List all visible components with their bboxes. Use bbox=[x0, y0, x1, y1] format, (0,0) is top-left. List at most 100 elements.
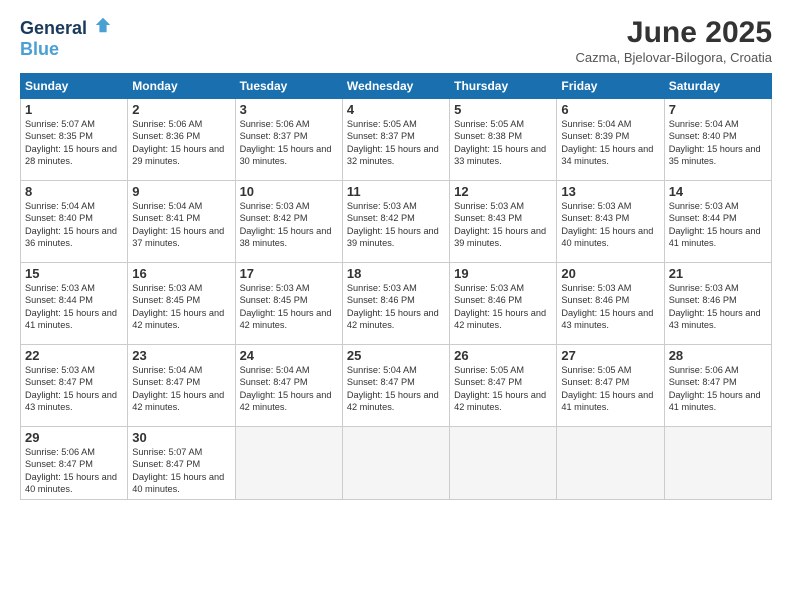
day-info: Sunrise: 5:03 AM Sunset: 8:46 PM Dayligh… bbox=[669, 282, 767, 332]
col-tuesday: Tuesday bbox=[235, 74, 342, 99]
logo-text: General bbox=[20, 16, 112, 39]
day-info: Sunrise: 5:04 AM Sunset: 8:41 PM Dayligh… bbox=[132, 200, 230, 250]
month-title: June 2025 bbox=[575, 16, 772, 50]
calendar-day-22: 22 Sunrise: 5:03 AM Sunset: 8:47 PM Dayl… bbox=[21, 345, 128, 427]
day-number: 12 bbox=[454, 184, 552, 199]
calendar-day-16: 16 Sunrise: 5:03 AM Sunset: 8:45 PM Dayl… bbox=[128, 263, 235, 345]
calendar-day-17: 17 Sunrise: 5:03 AM Sunset: 8:45 PM Dayl… bbox=[235, 263, 342, 345]
day-number: 7 bbox=[669, 102, 767, 117]
day-info: Sunrise: 5:03 AM Sunset: 8:42 PM Dayligh… bbox=[347, 200, 445, 250]
calendar-day-26: 26 Sunrise: 5:05 AM Sunset: 8:47 PM Dayl… bbox=[450, 345, 557, 427]
day-number: 30 bbox=[132, 430, 230, 445]
day-info: Sunrise: 5:06 AM Sunset: 8:37 PM Dayligh… bbox=[240, 118, 338, 168]
day-number: 3 bbox=[240, 102, 338, 117]
day-info: Sunrise: 5:07 AM Sunset: 8:47 PM Dayligh… bbox=[132, 446, 230, 496]
calendar-day-2: 2 Sunrise: 5:06 AM Sunset: 8:36 PM Dayli… bbox=[128, 99, 235, 181]
day-info: Sunrise: 5:07 AM Sunset: 8:35 PM Dayligh… bbox=[25, 118, 123, 168]
calendar-day-25: 25 Sunrise: 5:04 AM Sunset: 8:47 PM Dayl… bbox=[342, 345, 449, 427]
day-number: 21 bbox=[669, 266, 767, 281]
day-info: Sunrise: 5:03 AM Sunset: 8:46 PM Dayligh… bbox=[347, 282, 445, 332]
day-info: Sunrise: 5:04 AM Sunset: 8:47 PM Dayligh… bbox=[347, 364, 445, 414]
calendar-day-9: 9 Sunrise: 5:04 AM Sunset: 8:41 PM Dayli… bbox=[128, 181, 235, 263]
calendar-header-row: Sunday Monday Tuesday Wednesday Thursday… bbox=[21, 74, 772, 99]
day-info: Sunrise: 5:06 AM Sunset: 8:47 PM Dayligh… bbox=[669, 364, 767, 414]
calendar-day-6: 6 Sunrise: 5:04 AM Sunset: 8:39 PM Dayli… bbox=[557, 99, 664, 181]
calendar-day-27: 27 Sunrise: 5:05 AM Sunset: 8:47 PM Dayl… bbox=[557, 345, 664, 427]
calendar-day-5: 5 Sunrise: 5:05 AM Sunset: 8:38 PM Dayli… bbox=[450, 99, 557, 181]
day-info: Sunrise: 5:05 AM Sunset: 8:47 PM Dayligh… bbox=[454, 364, 552, 414]
day-info: Sunrise: 5:03 AM Sunset: 8:45 PM Dayligh… bbox=[132, 282, 230, 332]
day-number: 4 bbox=[347, 102, 445, 117]
day-number: 10 bbox=[240, 184, 338, 199]
day-info: Sunrise: 5:03 AM Sunset: 8:43 PM Dayligh… bbox=[561, 200, 659, 250]
day-number: 2 bbox=[132, 102, 230, 117]
day-number: 28 bbox=[669, 348, 767, 363]
calendar-day-10: 10 Sunrise: 5:03 AM Sunset: 8:42 PM Dayl… bbox=[235, 181, 342, 263]
logo: General Blue bbox=[20, 16, 112, 60]
day-number: 26 bbox=[454, 348, 552, 363]
day-number: 22 bbox=[25, 348, 123, 363]
day-number: 23 bbox=[132, 348, 230, 363]
calendar-day-29: 29 Sunrise: 5:06 AM Sunset: 8:47 PM Dayl… bbox=[21, 427, 128, 500]
calendar-day-14: 14 Sunrise: 5:03 AM Sunset: 8:44 PM Dayl… bbox=[664, 181, 771, 263]
day-info: Sunrise: 5:04 AM Sunset: 8:39 PM Dayligh… bbox=[561, 118, 659, 168]
day-info: Sunrise: 5:03 AM Sunset: 8:42 PM Dayligh… bbox=[240, 200, 338, 250]
day-info: Sunrise: 5:05 AM Sunset: 8:47 PM Dayligh… bbox=[561, 364, 659, 414]
calendar-day-19: 19 Sunrise: 5:03 AM Sunset: 8:46 PM Dayl… bbox=[450, 263, 557, 345]
day-info: Sunrise: 5:03 AM Sunset: 8:47 PM Dayligh… bbox=[25, 364, 123, 414]
day-number: 25 bbox=[347, 348, 445, 363]
calendar-day-18: 18 Sunrise: 5:03 AM Sunset: 8:46 PM Dayl… bbox=[342, 263, 449, 345]
day-number: 15 bbox=[25, 266, 123, 281]
col-sunday: Sunday bbox=[21, 74, 128, 99]
col-wednesday: Wednesday bbox=[342, 74, 449, 99]
day-info: Sunrise: 5:04 AM Sunset: 8:47 PM Dayligh… bbox=[132, 364, 230, 414]
calendar-day-12: 12 Sunrise: 5:03 AM Sunset: 8:43 PM Dayl… bbox=[450, 181, 557, 263]
calendar-day-28: 28 Sunrise: 5:06 AM Sunset: 8:47 PM Dayl… bbox=[664, 345, 771, 427]
day-number: 6 bbox=[561, 102, 659, 117]
calendar: Sunday Monday Tuesday Wednesday Thursday… bbox=[20, 73, 772, 500]
day-info: Sunrise: 5:05 AM Sunset: 8:38 PM Dayligh… bbox=[454, 118, 552, 168]
day-number: 27 bbox=[561, 348, 659, 363]
calendar-day-30: 30 Sunrise: 5:07 AM Sunset: 8:47 PM Dayl… bbox=[128, 427, 235, 500]
day-info: Sunrise: 5:05 AM Sunset: 8:37 PM Dayligh… bbox=[347, 118, 445, 168]
calendar-day-13: 13 Sunrise: 5:03 AM Sunset: 8:43 PM Dayl… bbox=[557, 181, 664, 263]
calendar-day-20: 20 Sunrise: 5:03 AM Sunset: 8:46 PM Dayl… bbox=[557, 263, 664, 345]
day-number: 8 bbox=[25, 184, 123, 199]
calendar-day-1: 1 Sunrise: 5:07 AM Sunset: 8:35 PM Dayli… bbox=[21, 99, 128, 181]
day-number: 1 bbox=[25, 102, 123, 117]
day-number: 11 bbox=[347, 184, 445, 199]
day-info: Sunrise: 5:04 AM Sunset: 8:40 PM Dayligh… bbox=[25, 200, 123, 250]
day-number: 18 bbox=[347, 266, 445, 281]
calendar-day-7: 7 Sunrise: 5:04 AM Sunset: 8:40 PM Dayli… bbox=[664, 99, 771, 181]
day-info: Sunrise: 5:03 AM Sunset: 8:46 PM Dayligh… bbox=[454, 282, 552, 332]
logo-blue: Blue bbox=[20, 39, 112, 60]
day-number: 14 bbox=[669, 184, 767, 199]
header: General Blue June 2025 Cazma, Bjelovar-B… bbox=[20, 16, 772, 65]
day-info: Sunrise: 5:03 AM Sunset: 8:44 PM Dayligh… bbox=[25, 282, 123, 332]
calendar-day-21: 21 Sunrise: 5:03 AM Sunset: 8:46 PM Dayl… bbox=[664, 263, 771, 345]
calendar-day-11: 11 Sunrise: 5:03 AM Sunset: 8:42 PM Dayl… bbox=[342, 181, 449, 263]
day-number: 9 bbox=[132, 184, 230, 199]
subtitle: Cazma, Bjelovar-Bilogora, Croatia bbox=[575, 50, 772, 65]
calendar-day-24: 24 Sunrise: 5:04 AM Sunset: 8:47 PM Dayl… bbox=[235, 345, 342, 427]
calendar-day-15: 15 Sunrise: 5:03 AM Sunset: 8:44 PM Dayl… bbox=[21, 263, 128, 345]
calendar-day-3: 3 Sunrise: 5:06 AM Sunset: 8:37 PM Dayli… bbox=[235, 99, 342, 181]
col-monday: Monday bbox=[128, 74, 235, 99]
col-saturday: Saturday bbox=[664, 74, 771, 99]
day-info: Sunrise: 5:04 AM Sunset: 8:47 PM Dayligh… bbox=[240, 364, 338, 414]
day-info: Sunrise: 5:03 AM Sunset: 8:43 PM Dayligh… bbox=[454, 200, 552, 250]
title-area: June 2025 Cazma, Bjelovar-Bilogora, Croa… bbox=[575, 16, 772, 65]
day-info: Sunrise: 5:03 AM Sunset: 8:44 PM Dayligh… bbox=[669, 200, 767, 250]
col-thursday: Thursday bbox=[450, 74, 557, 99]
day-number: 19 bbox=[454, 266, 552, 281]
day-number: 13 bbox=[561, 184, 659, 199]
day-number: 24 bbox=[240, 348, 338, 363]
day-info: Sunrise: 5:03 AM Sunset: 8:45 PM Dayligh… bbox=[240, 282, 338, 332]
page: General Blue June 2025 Cazma, Bjelovar-B… bbox=[0, 0, 792, 612]
col-friday: Friday bbox=[557, 74, 664, 99]
calendar-day-8: 8 Sunrise: 5:04 AM Sunset: 8:40 PM Dayli… bbox=[21, 181, 128, 263]
logo-icon bbox=[94, 16, 112, 34]
day-number: 29 bbox=[25, 430, 123, 445]
day-number: 5 bbox=[454, 102, 552, 117]
day-number: 16 bbox=[132, 266, 230, 281]
